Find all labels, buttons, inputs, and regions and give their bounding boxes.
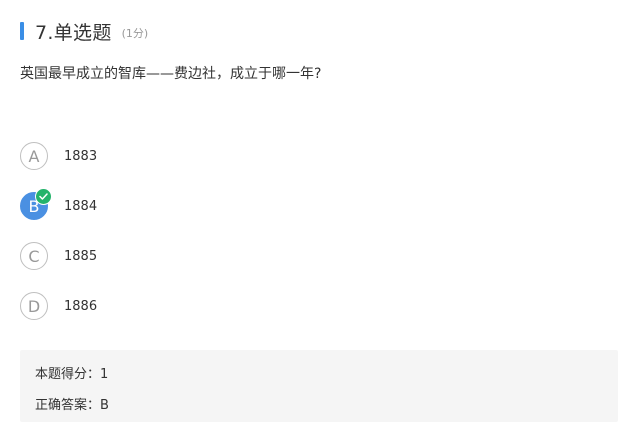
question-score: (1分) bbox=[121, 27, 149, 40]
option-c[interactable]: C 1885 bbox=[20, 241, 620, 271]
option-d-letter[interactable]: D bbox=[20, 292, 48, 320]
accent-bar bbox=[20, 22, 24, 40]
options-list: A 1883 B 1884 C 1885 D 1886 bbox=[20, 141, 620, 341]
question-stem: 英国最早成立的智库——费边社，成立于哪一年? bbox=[20, 66, 322, 82]
option-b[interactable]: B 1884 bbox=[20, 188, 620, 221]
check-icon bbox=[35, 188, 52, 205]
option-c-letter[interactable]: C bbox=[20, 242, 48, 270]
question-header: 7.单选题 (1分) bbox=[20, 20, 149, 44]
result-panel: 本题得分：1 正确答案：B bbox=[20, 350, 618, 422]
question-title: 7.单选题 bbox=[35, 21, 112, 44]
option-a-letter[interactable]: A bbox=[20, 142, 48, 170]
option-d-text: 1886 bbox=[64, 298, 98, 314]
option-a[interactable]: A 1883 bbox=[20, 141, 620, 171]
option-a-text: 1883 bbox=[64, 148, 98, 164]
option-b-text: 1884 bbox=[64, 198, 98, 214]
correct-answer: 正确答案：B bbox=[35, 398, 109, 413]
score-result: 本题得分：1 bbox=[35, 367, 109, 382]
option-c-text: 1885 bbox=[64, 248, 98, 264]
option-d[interactable]: D 1886 bbox=[20, 291, 620, 321]
option-b-letter[interactable]: B bbox=[20, 188, 52, 220]
